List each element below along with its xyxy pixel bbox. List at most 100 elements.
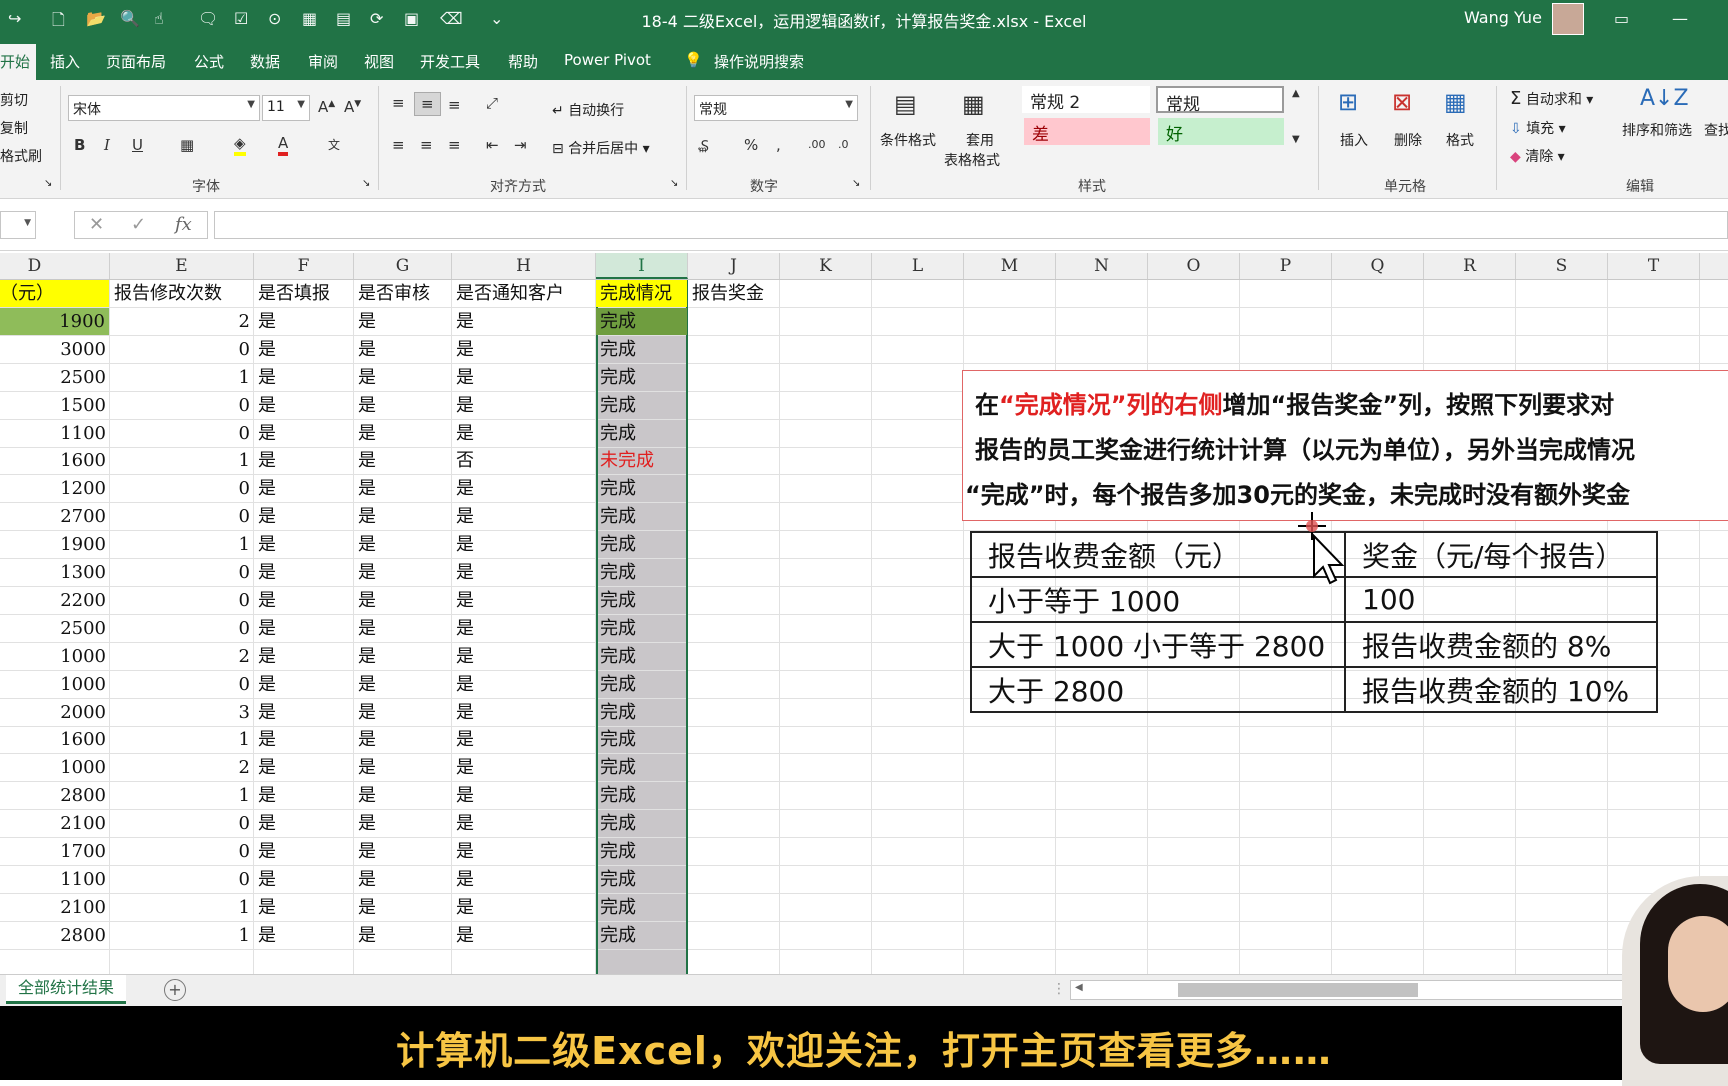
cell-reviewed[interactable]: 是 [358, 336, 448, 363]
cell-filled[interactable]: 是 [258, 810, 350, 837]
cell-notified[interactable]: 是 [456, 531, 592, 558]
cell-revisions[interactable]: 0 [114, 503, 250, 530]
style-normal[interactable]: 常规 [1156, 86, 1284, 115]
style-normal-2[interactable]: 常规 2 [1022, 86, 1150, 113]
column-header-m[interactable]: M [964, 253, 1056, 279]
insert-cells-icon[interactable]: ⊞ [1338, 88, 1358, 116]
cell-revisions[interactable]: 2 [114, 754, 250, 781]
styles-more-icon[interactable]: ▼ [1292, 134, 1300, 145]
cell-fee[interactable]: 3000 [0, 336, 106, 363]
cell-status[interactable]: 完成 [600, 615, 684, 642]
cell-fee[interactable]: 2200 [0, 587, 106, 614]
increase-decimal-icon[interactable]: .00 [808, 138, 826, 151]
column-header-p[interactable]: P [1240, 253, 1332, 279]
cell-status[interactable]: 完成 [600, 475, 684, 502]
cell-revisions[interactable]: 0 [114, 559, 250, 586]
avatar[interactable] [1552, 3, 1584, 35]
cell-notified[interactable]: 是 [456, 894, 592, 921]
cell-fee[interactable]: 2000 [0, 699, 106, 726]
cell-notified[interactable]: 是 [456, 866, 592, 893]
align-right-icon[interactable]: ≡ [448, 136, 461, 154]
find-select-button[interactable]: 查找 [1704, 120, 1728, 140]
cell-reviewed[interactable]: 是 [358, 531, 448, 558]
delete-cells-icon[interactable]: ⊠ [1392, 88, 1412, 116]
increase-font-icon[interactable]: A▲ [318, 98, 335, 116]
tell-me-search[interactable]: 操作说明搜索 [714, 51, 804, 72]
header-cell-fee[interactable]: 收费（元） [0, 280, 109, 307]
align-left-icon[interactable]: ≡ [392, 136, 405, 154]
number-format-select[interactable]: 常规 ▼ [694, 95, 858, 121]
column-header-f[interactable]: F [254, 253, 354, 279]
insert-cells-button[interactable]: 插入 [1340, 130, 1368, 150]
cell-notified[interactable]: 是 [456, 308, 592, 335]
cell-revisions[interactable]: 2 [114, 308, 250, 335]
cell-revisions[interactable]: 1 [114, 364, 250, 391]
cell-notified[interactable]: 是 [456, 782, 592, 809]
fill-button[interactable]: ⇩ 填充 ▾ [1510, 118, 1566, 138]
cell-revisions[interactable]: 0 [114, 420, 250, 447]
cell-reviewed[interactable]: 是 [358, 894, 448, 921]
align-middle-icon[interactable]: ≡ [414, 92, 441, 116]
header-cell-notified[interactable]: 是否通知客户 [456, 280, 592, 307]
align-top-icon[interactable]: ≡ [392, 94, 405, 112]
wrap-text-button[interactable]: ↵ 自动换行 [552, 100, 624, 120]
dialog-launcher-icon[interactable]: ↘ [852, 178, 860, 189]
cell-status[interactable]: 完成 [600, 726, 684, 753]
font-size-select[interactable]: 11 ▼ [262, 95, 310, 121]
cell-reviewed[interactable]: 是 [358, 615, 448, 642]
cell-revisions[interactable]: 0 [114, 810, 250, 837]
format-painter-button[interactable]: 格式刷 [0, 146, 42, 166]
conditional-format-icon[interactable]: ▤ [894, 90, 917, 118]
cell-notified[interactable]: 是 [456, 615, 592, 642]
cell-revisions[interactable]: 0 [114, 336, 250, 363]
font-color-icon[interactable]: A [278, 134, 289, 156]
cell-reviewed[interactable]: 是 [358, 559, 448, 586]
cell-revisions[interactable]: 2 [114, 643, 250, 670]
cell-status[interactable]: 完成 [600, 531, 684, 558]
copy-button[interactable]: 复制 [0, 118, 28, 138]
sheet-tab-active[interactable]: 全部统计结果 [6, 975, 127, 1004]
styles-scroll-up-icon[interactable]: ▲ [1292, 88, 1300, 99]
column-header-d[interactable]: D [0, 253, 110, 279]
header-cell-revisions[interactable]: 报告修改次数 [114, 280, 250, 307]
cell-reviewed[interactable]: 是 [358, 364, 448, 391]
cell-reviewed[interactable]: 是 [358, 308, 448, 335]
cell-status[interactable]: 完成 [600, 503, 684, 530]
increase-indent-icon[interactable]: ⇥ [514, 136, 527, 154]
cell-revisions[interactable]: 0 [114, 615, 250, 642]
cell-status[interactable]: 完成 [600, 922, 684, 949]
cell-filled[interactable]: 是 [258, 503, 350, 530]
dialog-launcher-icon[interactable]: ↘ [670, 178, 678, 189]
cell-notified[interactable]: 是 [456, 643, 592, 670]
cell-status[interactable]: 完成 [600, 559, 684, 586]
cell-filled[interactable]: 是 [258, 894, 350, 921]
cell-filled[interactable]: 是 [258, 559, 350, 586]
cell-reviewed[interactable]: 是 [358, 447, 448, 474]
cell-notified[interactable]: 是 [456, 726, 592, 753]
header-cell-status[interactable]: 完成情况 [596, 280, 687, 307]
name-box[interactable]: ▼ [0, 211, 36, 239]
cell-notified[interactable]: 是 [456, 392, 592, 419]
column-header-q[interactable]: Q [1332, 253, 1424, 279]
cell-filled[interactable]: 是 [258, 838, 350, 865]
cell-filled[interactable]: 是 [258, 726, 350, 753]
bold-icon[interactable]: B [74, 136, 85, 154]
percent-icon[interactable]: % [744, 136, 758, 154]
lightbulb-icon[interactable]: 💡 [684, 51, 703, 69]
cell-filled[interactable]: 是 [258, 364, 350, 391]
tab-page-layout[interactable]: 页面布局 [106, 51, 166, 72]
cell-fee[interactable]: 1600 [0, 726, 106, 753]
cell-revisions[interactable]: 0 [114, 838, 250, 865]
decrease-decimal-icon[interactable]: .0 [838, 138, 849, 151]
cell-notified[interactable]: 是 [456, 754, 592, 781]
tab-home[interactable]: 开始 [0, 44, 37, 80]
cell-notified[interactable]: 是 [456, 503, 592, 530]
format-cells-button[interactable]: 格式 [1446, 130, 1474, 150]
cell-revisions[interactable]: 1 [114, 447, 250, 474]
cell-notified[interactable]: 是 [456, 587, 592, 614]
clear-button[interactable]: ◆ 清除 ▾ [1510, 146, 1565, 166]
tab-developer[interactable]: 开发工具 [420, 51, 480, 72]
comma-icon[interactable]: , [776, 136, 781, 154]
cell-fee[interactable]: 1000 [0, 754, 106, 781]
cell-status[interactable]: 完成 [600, 392, 684, 419]
